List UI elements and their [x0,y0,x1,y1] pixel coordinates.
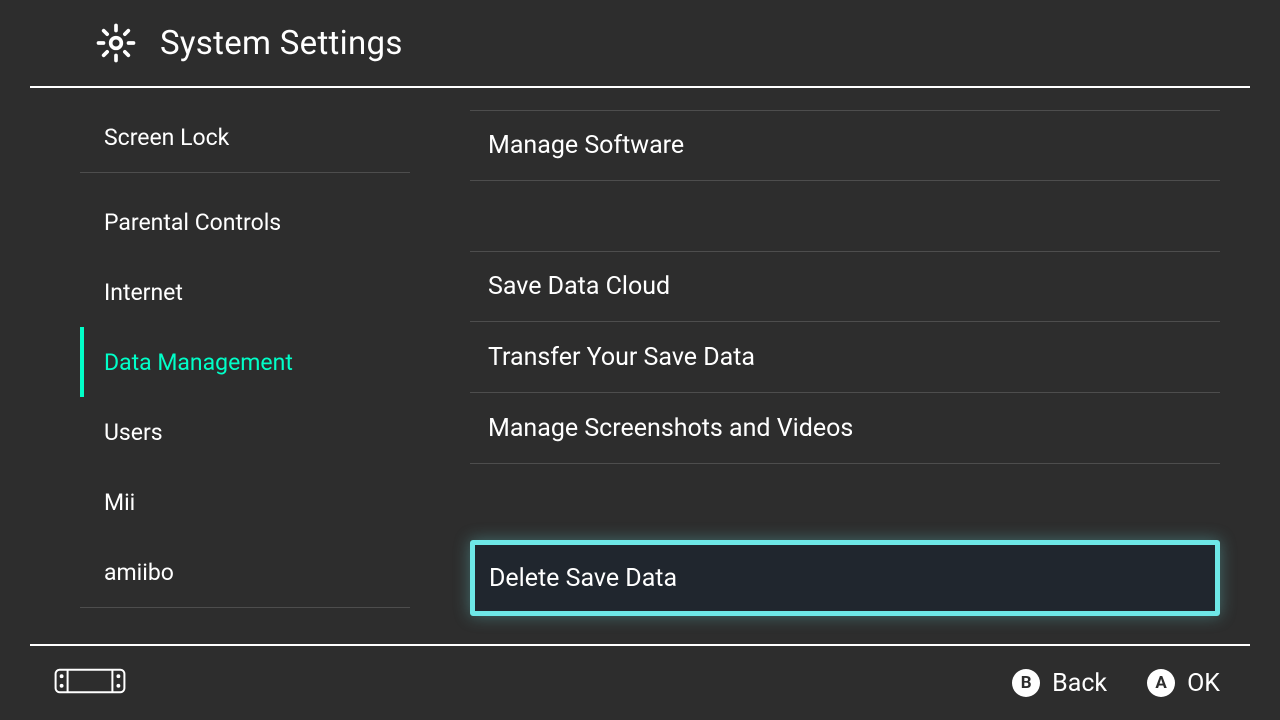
option-label: Manage Screenshots and Videos [488,414,853,443]
footer: B Back A OK [0,646,1280,720]
option-gap [470,181,1220,251]
option-manage-screenshots[interactable]: Manage Screenshots and Videos [470,393,1220,464]
sidebar-item-users[interactable]: Users [80,397,410,467]
sidebar-item-label: Data Management [104,349,293,376]
page-title: System Settings [160,24,403,63]
sidebar-item-parental-controls[interactable]: Parental Controls [80,187,410,257]
sidebar-item-label: Internet [104,279,183,306]
sidebar-item-label: Parental Controls [104,209,281,236]
option-transfer-save-data[interactable]: Transfer Your Save Data [470,322,1220,393]
option-gap [470,464,1220,540]
option-label: Manage Software [488,131,684,160]
gear-icon [96,23,136,63]
a-button-icon: A [1147,669,1175,697]
option-manage-software[interactable]: Manage Software [470,110,1220,181]
sidebar-item-internet[interactable]: Internet [80,257,410,327]
sidebar-item-screen-lock[interactable]: Screen Lock [80,102,410,172]
sidebar: Screen Lock Parental Controls Internet D… [30,88,410,644]
controller-icon [54,665,126,701]
hint-back[interactable]: B Back [1012,669,1107,698]
b-button-icon: B [1012,669,1040,697]
sidebar-item-label: Screen Lock [104,124,229,151]
hint-label: Back [1052,669,1107,698]
hint-ok[interactable]: A OK [1147,669,1220,698]
option-save-data-cloud[interactable]: Save Data Cloud [470,251,1220,322]
option-label: Delete Save Data [489,564,677,593]
sidebar-item-data-management[interactable]: Data Management [80,327,410,397]
sidebar-item-label: amiibo [104,559,174,586]
sidebar-divider [80,607,410,608]
sidebar-item-label: Users [104,419,163,446]
option-delete-save-data[interactable]: Delete Save Data [470,540,1220,616]
hint-label: OK [1187,669,1220,698]
sidebar-item-mii[interactable]: Mii [80,467,410,537]
option-label: Save Data Cloud [488,272,670,301]
content-pane: Manage Software Save Data Cloud Transfer… [410,88,1250,644]
sidebar-item-amiibo[interactable]: amiibo [80,537,410,607]
header: System Settings [30,0,1250,88]
option-label: Transfer Your Save Data [488,343,755,372]
sidebar-item-label: Mii [104,489,135,516]
